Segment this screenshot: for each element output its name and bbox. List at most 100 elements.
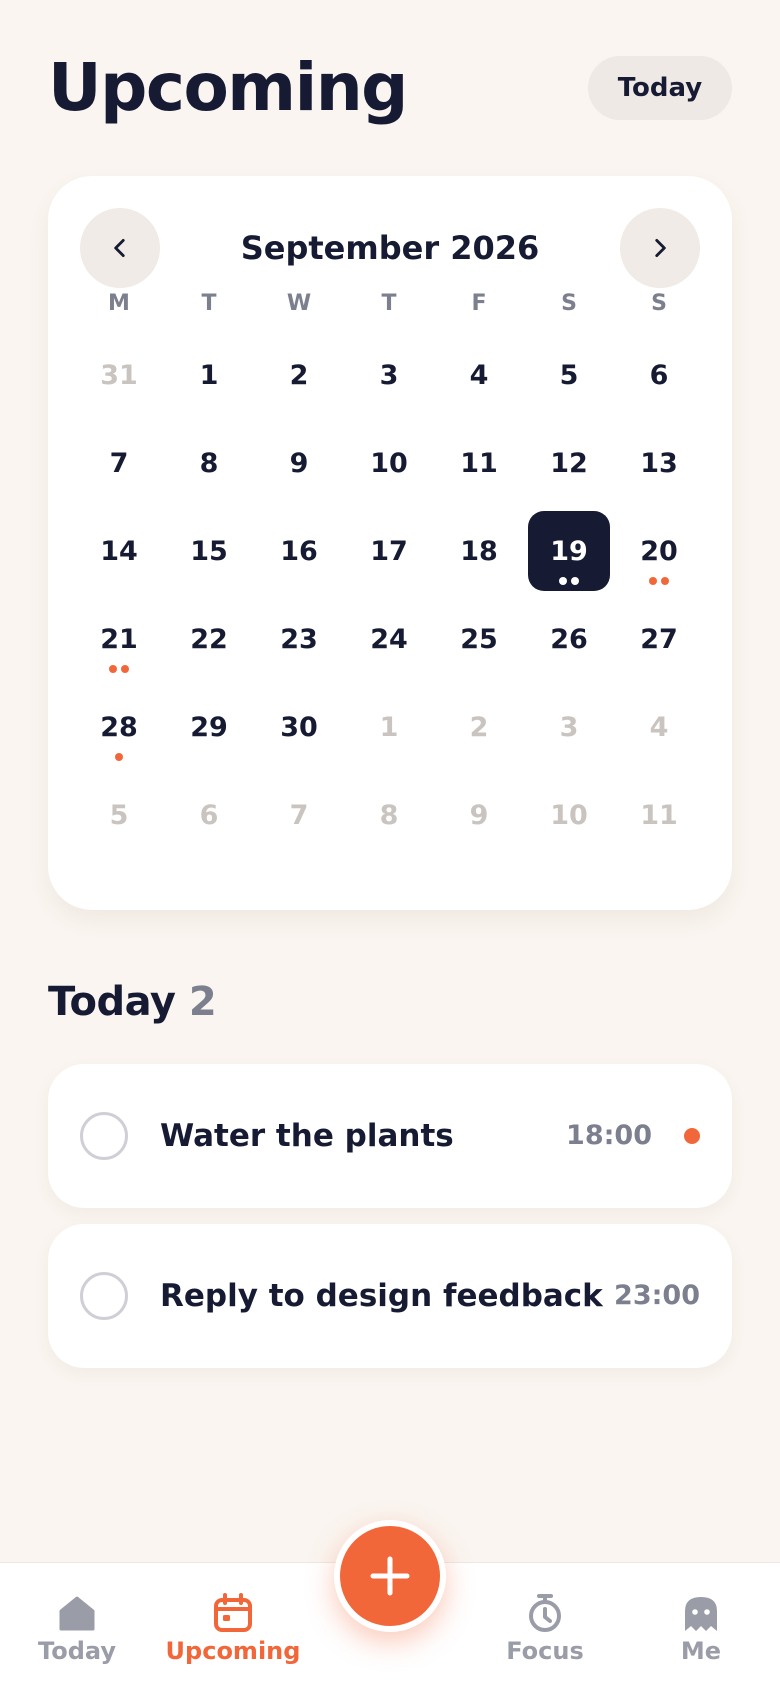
home-icon: [59, 1596, 95, 1631]
calendar-day[interactable]: 30: [254, 683, 344, 771]
day-number: 13: [640, 447, 678, 479]
calendar-day[interactable]: 13: [614, 419, 704, 507]
day-number: 24: [370, 623, 408, 655]
calendar-day[interactable]: 9: [434, 771, 524, 859]
tab-label: Upcoming: [165, 1637, 301, 1665]
weekday-label: S: [561, 291, 577, 316]
day-number: 5: [109, 799, 129, 831]
day-number: 25: [460, 623, 498, 655]
previous-month-button[interactable]: [80, 208, 160, 288]
calendar-day[interactable]: 10: [524, 771, 614, 859]
calendar-day[interactable]: 7: [254, 771, 344, 859]
task-checkbox[interactable]: [80, 1112, 128, 1160]
calendar-day[interactable]: 27: [614, 595, 704, 683]
calendar-day[interactable]: 1: [344, 683, 434, 771]
calendar-day[interactable]: 9: [254, 419, 344, 507]
chevron-left-icon: [114, 239, 125, 257]
calendar-day[interactable]: 5: [74, 771, 164, 859]
calendar-day[interactable]: 21: [74, 595, 164, 683]
calendar-day[interactable]: 22: [164, 595, 254, 683]
calendar-day[interactable]: 28: [74, 683, 164, 771]
calendar-day[interactable]: 31: [74, 331, 164, 419]
calendar-day[interactable]: 2: [434, 683, 524, 771]
calendar-day[interactable]: 6: [164, 771, 254, 859]
calendar-day[interactable]: 4: [614, 683, 704, 771]
calendar-day[interactable]: 11: [434, 419, 524, 507]
calendar-day[interactable]: 3: [524, 683, 614, 771]
task-indicator-dot: [559, 577, 567, 585]
today-button[interactable]: Today: [588, 56, 732, 120]
day-number: 4: [469, 359, 489, 391]
task-time: 23:00: [614, 1280, 700, 1311]
tab-me[interactable]: Me: [626, 1563, 776, 1688]
calendar-day[interactable]: 4: [434, 331, 524, 419]
calendar-day[interactable]: 5: [524, 331, 614, 419]
month-title: September 2026: [240, 229, 540, 267]
chevron-right-icon: [655, 239, 666, 257]
calendar-day[interactable]: 23: [254, 595, 344, 683]
day-number: 1: [199, 359, 219, 391]
tab-upcoming[interactable]: Upcoming: [158, 1563, 308, 1688]
calendar-day[interactable]: 11: [614, 771, 704, 859]
task-time: 18:00: [566, 1120, 652, 1151]
day-number: 10: [370, 447, 408, 479]
day-number: 12: [550, 447, 588, 479]
task-checkbox[interactable]: [80, 1272, 128, 1320]
day-number: 9: [469, 799, 489, 831]
calendar-day[interactable]: 8: [344, 771, 434, 859]
tab-label: Me: [680, 1637, 722, 1665]
calendar-day[interactable]: 1: [164, 331, 254, 419]
calendar-day[interactable]: 29: [164, 683, 254, 771]
plus-icon: [370, 1556, 410, 1596]
day-number: 16: [280, 535, 318, 567]
calendar-day[interactable]: 2: [254, 331, 344, 419]
calendar-day[interactable]: 26: [524, 595, 614, 683]
day-number: 11: [460, 447, 498, 479]
calendar-day[interactable]: 18: [434, 507, 524, 595]
calendar-day[interactable]: 12: [524, 419, 614, 507]
day-number: 30: [280, 711, 318, 743]
calendar-day[interactable]: 20: [614, 507, 704, 595]
calendar-day[interactable]: 25: [434, 595, 524, 683]
header: Upcoming Today: [48, 48, 732, 128]
stopwatch-icon: [529, 1594, 561, 1632]
weekday-label: T: [381, 291, 397, 316]
day-number: 27: [640, 623, 678, 655]
tab-today[interactable]: Today: [2, 1563, 152, 1688]
day-number: 7: [109, 447, 129, 479]
section-title: Today: [48, 979, 176, 1025]
day-number: 2: [469, 711, 489, 743]
day-number: 8: [379, 799, 399, 831]
calendar-day[interactable]: 7: [74, 419, 164, 507]
next-month-button[interactable]: [620, 208, 700, 288]
day-number: 21: [100, 623, 138, 655]
task-indicator-dots: [74, 665, 164, 673]
day-number: 4: [649, 711, 669, 743]
calendar-day[interactable]: 10: [344, 419, 434, 507]
calendar-day[interactable]: 14: [74, 507, 164, 595]
calendar-day[interactable]: 8: [164, 419, 254, 507]
task-card[interactable]: Water the plants 18:00: [48, 1064, 732, 1208]
calendar-day[interactable]: 24: [344, 595, 434, 683]
task-indicator-dot: [571, 577, 579, 585]
weekday-label: M: [108, 291, 130, 316]
task-indicator-dot: [109, 665, 117, 673]
task-indicator-dots: [524, 577, 614, 585]
page-title: Upcoming: [48, 49, 408, 126]
day-number: 18: [460, 535, 498, 567]
day-number: 8: [199, 447, 219, 479]
tab-label: Focus: [506, 1637, 584, 1665]
task-indicator-dots: [614, 577, 704, 585]
weekday-label: S: [651, 291, 667, 316]
calendar-day[interactable]: 3: [344, 331, 434, 419]
day-number: 9: [289, 447, 309, 479]
day-number: 29: [190, 711, 228, 743]
calendar-day[interactable]: 6: [614, 331, 704, 419]
calendar-day[interactable]: 16: [254, 507, 344, 595]
calendar-day[interactable]: 17: [344, 507, 434, 595]
add-task-button[interactable]: [334, 1520, 446, 1632]
task-card[interactable]: Reply to design feedback 23:00: [48, 1224, 732, 1368]
calendar-day[interactable]: 15: [164, 507, 254, 595]
calendar-day-selected[interactable]: 19: [524, 507, 614, 595]
tab-focus[interactable]: Focus: [470, 1563, 620, 1688]
